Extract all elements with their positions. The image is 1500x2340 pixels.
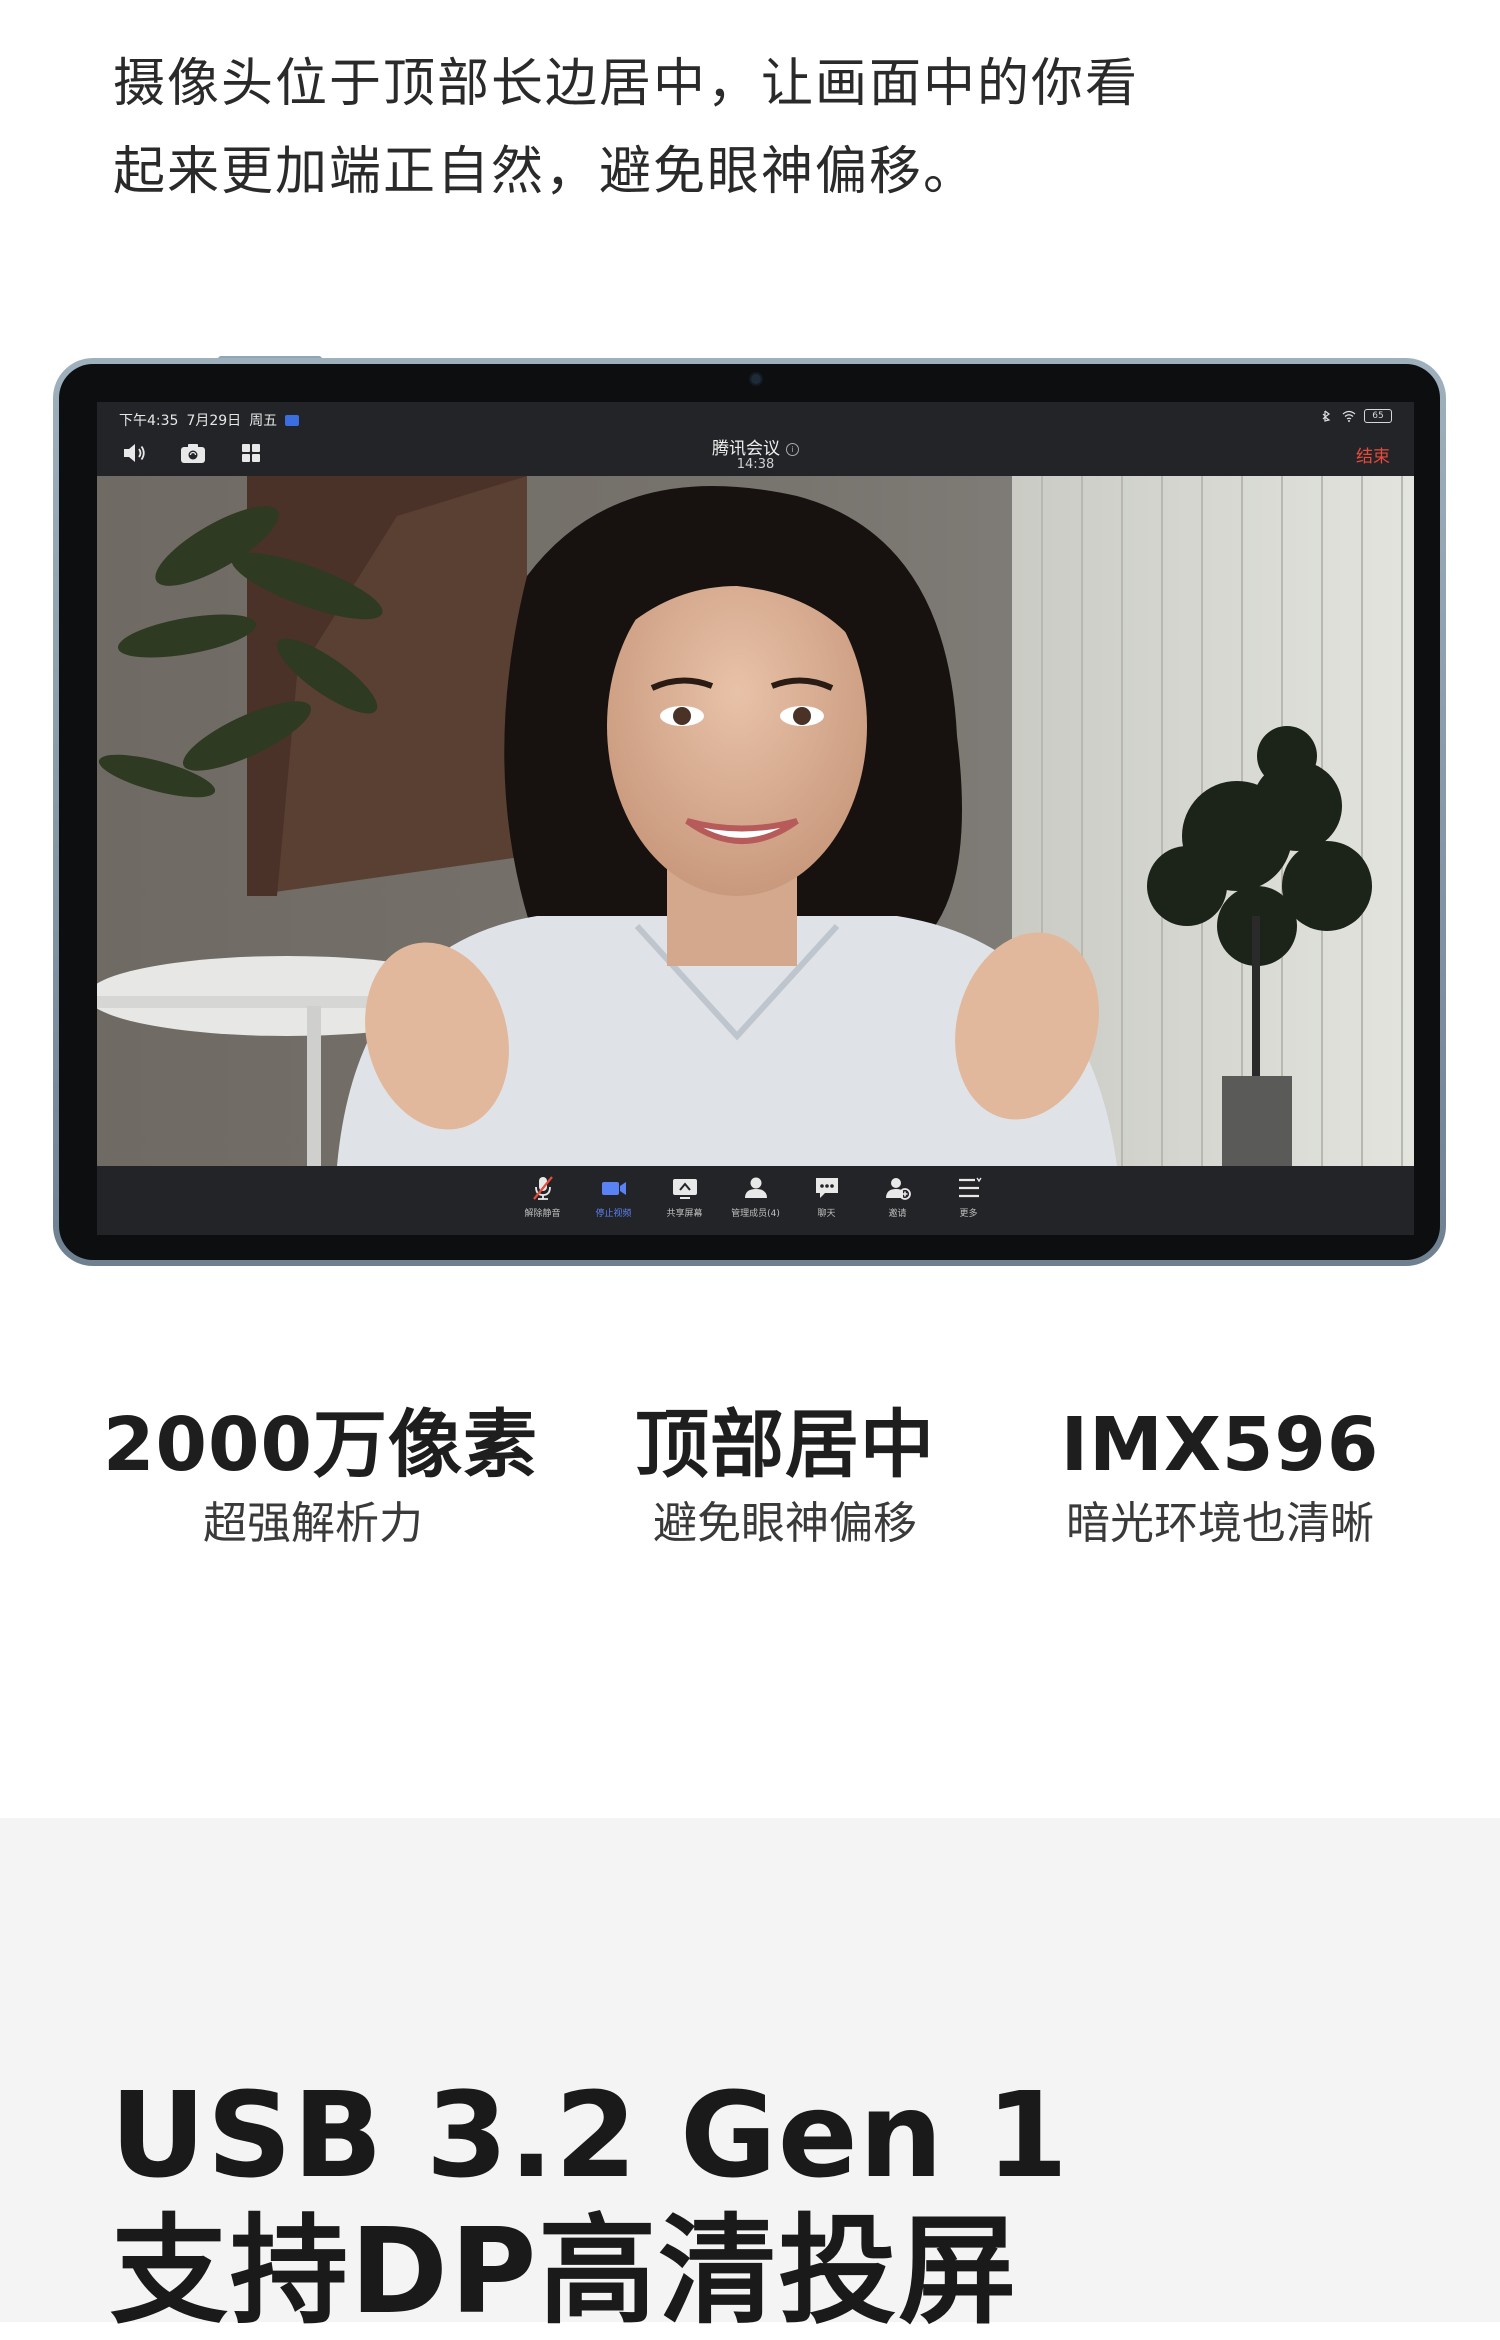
meeting-app-icon (285, 415, 300, 426)
intro-line-2: 起来更加端正自然，避免眼神偏移。 (113, 142, 978, 202)
tablet-device: 下午4:35 7月29日 周五 65 腾讯会议 i 14:38 结束 解除静音 … (53, 358, 1446, 1266)
info-icon[interactable]: i (786, 443, 799, 456)
mic-muted-icon (532, 1176, 553, 1200)
tablet-bezel: 下午4:35 7月29日 周五 65 腾讯会议 i 14:38 结束 解除静音 … (59, 364, 1440, 1260)
invite-button[interactable]: 邀请 (872, 1166, 923, 1235)
intro-line-1: 摄像头位于顶部长边居中，让画面中的你看 (113, 54, 1140, 114)
tool-label-members: 管理成员(4) (731, 1209, 780, 1219)
more-button[interactable]: 更多 (943, 1166, 994, 1235)
feature-subtitle: 超强解析力 (203, 1498, 423, 1549)
feature-subtitle: 暗光环境也清晰 (1066, 1498, 1374, 1549)
chat-icon (815, 1178, 838, 1198)
feature-resolution: 2000万像素 超强解析力 (103, 1400, 538, 1554)
meeting-topbar: 腾讯会议 i 14:38 结束 (97, 430, 1414, 476)
wifi-icon (1342, 410, 1356, 422)
video-feed (97, 476, 1414, 1166)
feature-sensor: IMX596 暗光环境也清晰 (1040, 1400, 1400, 1554)
status-time: 下午4:35 (119, 413, 179, 429)
feature-title: 2000万像素 (103, 1402, 538, 1488)
stop-video-button[interactable]: 停止视频 (588, 1166, 639, 1235)
share-screen-icon (672, 1179, 697, 1199)
more-icon (958, 1177, 982, 1198)
invite-icon (885, 1178, 911, 1200)
tool-label-share: 共享屏幕 (666, 1209, 703, 1219)
manage-members-button[interactable]: 管理成员(4) (730, 1166, 781, 1235)
chat-button[interactable]: 聊天 (801, 1166, 852, 1235)
meeting-title-text: 腾讯会议 (712, 439, 780, 459)
share-screen-button[interactable]: 共享屏幕 (659, 1166, 710, 1235)
feature-highlights: 2000万像素 超强解析力 顶部居中 避免眼神偏移 IMX596 暗光环境也清晰 (0, 1400, 1500, 1580)
status-bar: 下午4:35 7月29日 周五 65 (97, 402, 1414, 430)
tool-label-invite: 邀请 (888, 1209, 907, 1219)
video-camera-icon (601, 1182, 626, 1195)
end-meeting-button[interactable]: 结束 (1356, 442, 1390, 467)
feature-position: 顶部居中 避免眼神偏移 (625, 1400, 945, 1554)
battery-icon: 65 (1364, 409, 1392, 423)
bluetooth-icon (1322, 410, 1331, 422)
status-indicators: 65 (1320, 409, 1392, 423)
feature-title: IMX596 (1060, 1402, 1380, 1488)
unmute-button[interactable]: 解除静音 (517, 1166, 568, 1235)
status-weekday: 周五 (249, 413, 278, 429)
status-date: 7月29日 (186, 413, 242, 429)
front-camera (751, 374, 761, 384)
tool-label-stop-video: 停止视频 (595, 1209, 632, 1219)
usb-section-subtitle: 支持DP高清投屏 (110, 2202, 1019, 2340)
meeting-clock: 14:38 (736, 457, 775, 472)
tool-label-more: 更多 (959, 1209, 978, 1219)
usb-section-title: USB 3.2 Gen 1 (110, 2066, 1070, 2204)
tool-label-unmute: 解除静音 (524, 1209, 561, 1219)
intro-paragraph: 摄像头位于顶部长边居中，让画面中的你看 起来更加端正自然，避免眼神偏移。 (113, 40, 1213, 216)
tablet-screen: 下午4:35 7月29日 周五 65 腾讯会议 i 14:38 结束 解除静音 … (97, 402, 1414, 1235)
meeting-title: 腾讯会议 i (97, 434, 1414, 459)
tool-label-chat: 聊天 (817, 1209, 836, 1219)
status-datetime: 下午4:35 7月29日 周五 (119, 410, 307, 430)
feature-title: 顶部居中 (635, 1402, 935, 1488)
members-icon (744, 1177, 767, 1198)
meeting-toolbar: 解除静音 停止视频 共享屏幕 管理成员(4) 聊天 邀请 更多 (97, 1166, 1414, 1235)
feature-subtitle: 避免眼神偏移 (653, 1498, 917, 1549)
